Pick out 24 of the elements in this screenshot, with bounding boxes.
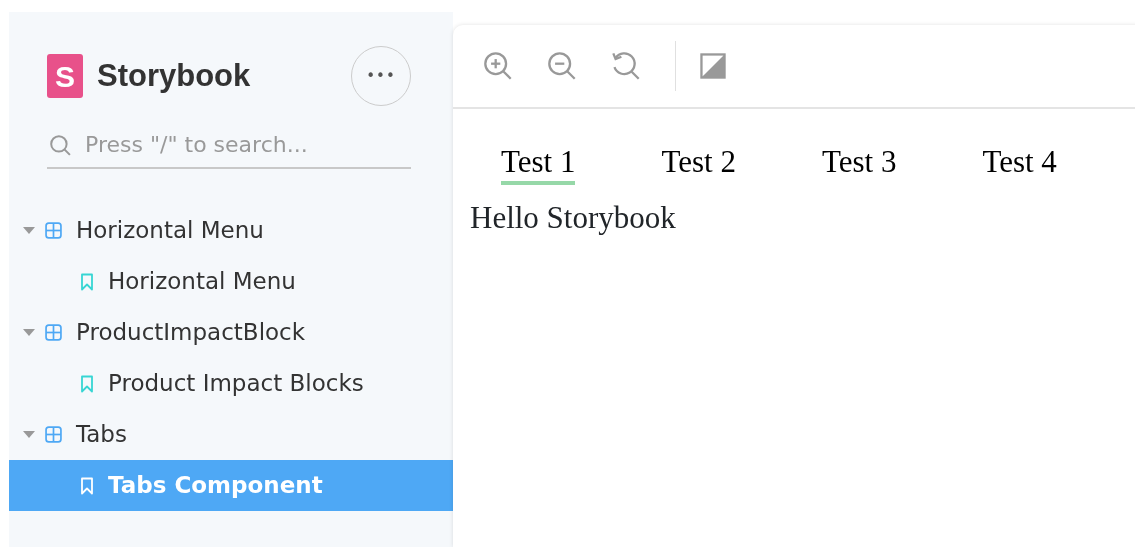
component-item[interactable]: ProductImpactBlock — [9, 307, 453, 358]
story-item[interactable]: Horizontal Menu — [9, 256, 453, 307]
zoom-reset-button[interactable] — [611, 51, 641, 81]
grid-icon — [45, 222, 62, 239]
component-item[interactable]: Horizontal Menu — [9, 205, 453, 256]
story-item[interactable]: Product Impact Blocks — [9, 358, 453, 409]
search-icon — [49, 133, 71, 156]
app-title: Storybook — [97, 56, 251, 95]
tab[interactable]: Test 1 — [501, 145, 576, 186]
zoom-out-button[interactable] — [547, 51, 577, 81]
bookmark-icon — [80, 476, 94, 495]
tab[interactable]: Test 4 — [982, 145, 1057, 186]
logo-icon: S — [47, 54, 83, 98]
bookmark-icon — [80, 272, 94, 291]
search-field[interactable]: Press "/" to search... — [85, 128, 385, 161]
tab[interactable]: Test 3 — [821, 145, 897, 186]
background-button[interactable] — [698, 51, 728, 81]
bookmark-icon — [80, 374, 94, 393]
tab[interactable]: Test 2 — [661, 145, 736, 186]
zoom-in-button[interactable] — [483, 51, 513, 81]
grid-icon — [45, 324, 62, 341]
component-item[interactable]: Tabs — [9, 409, 453, 460]
grid-icon — [45, 426, 62, 443]
content-text: Hello Storybook — [469, 199, 677, 238]
